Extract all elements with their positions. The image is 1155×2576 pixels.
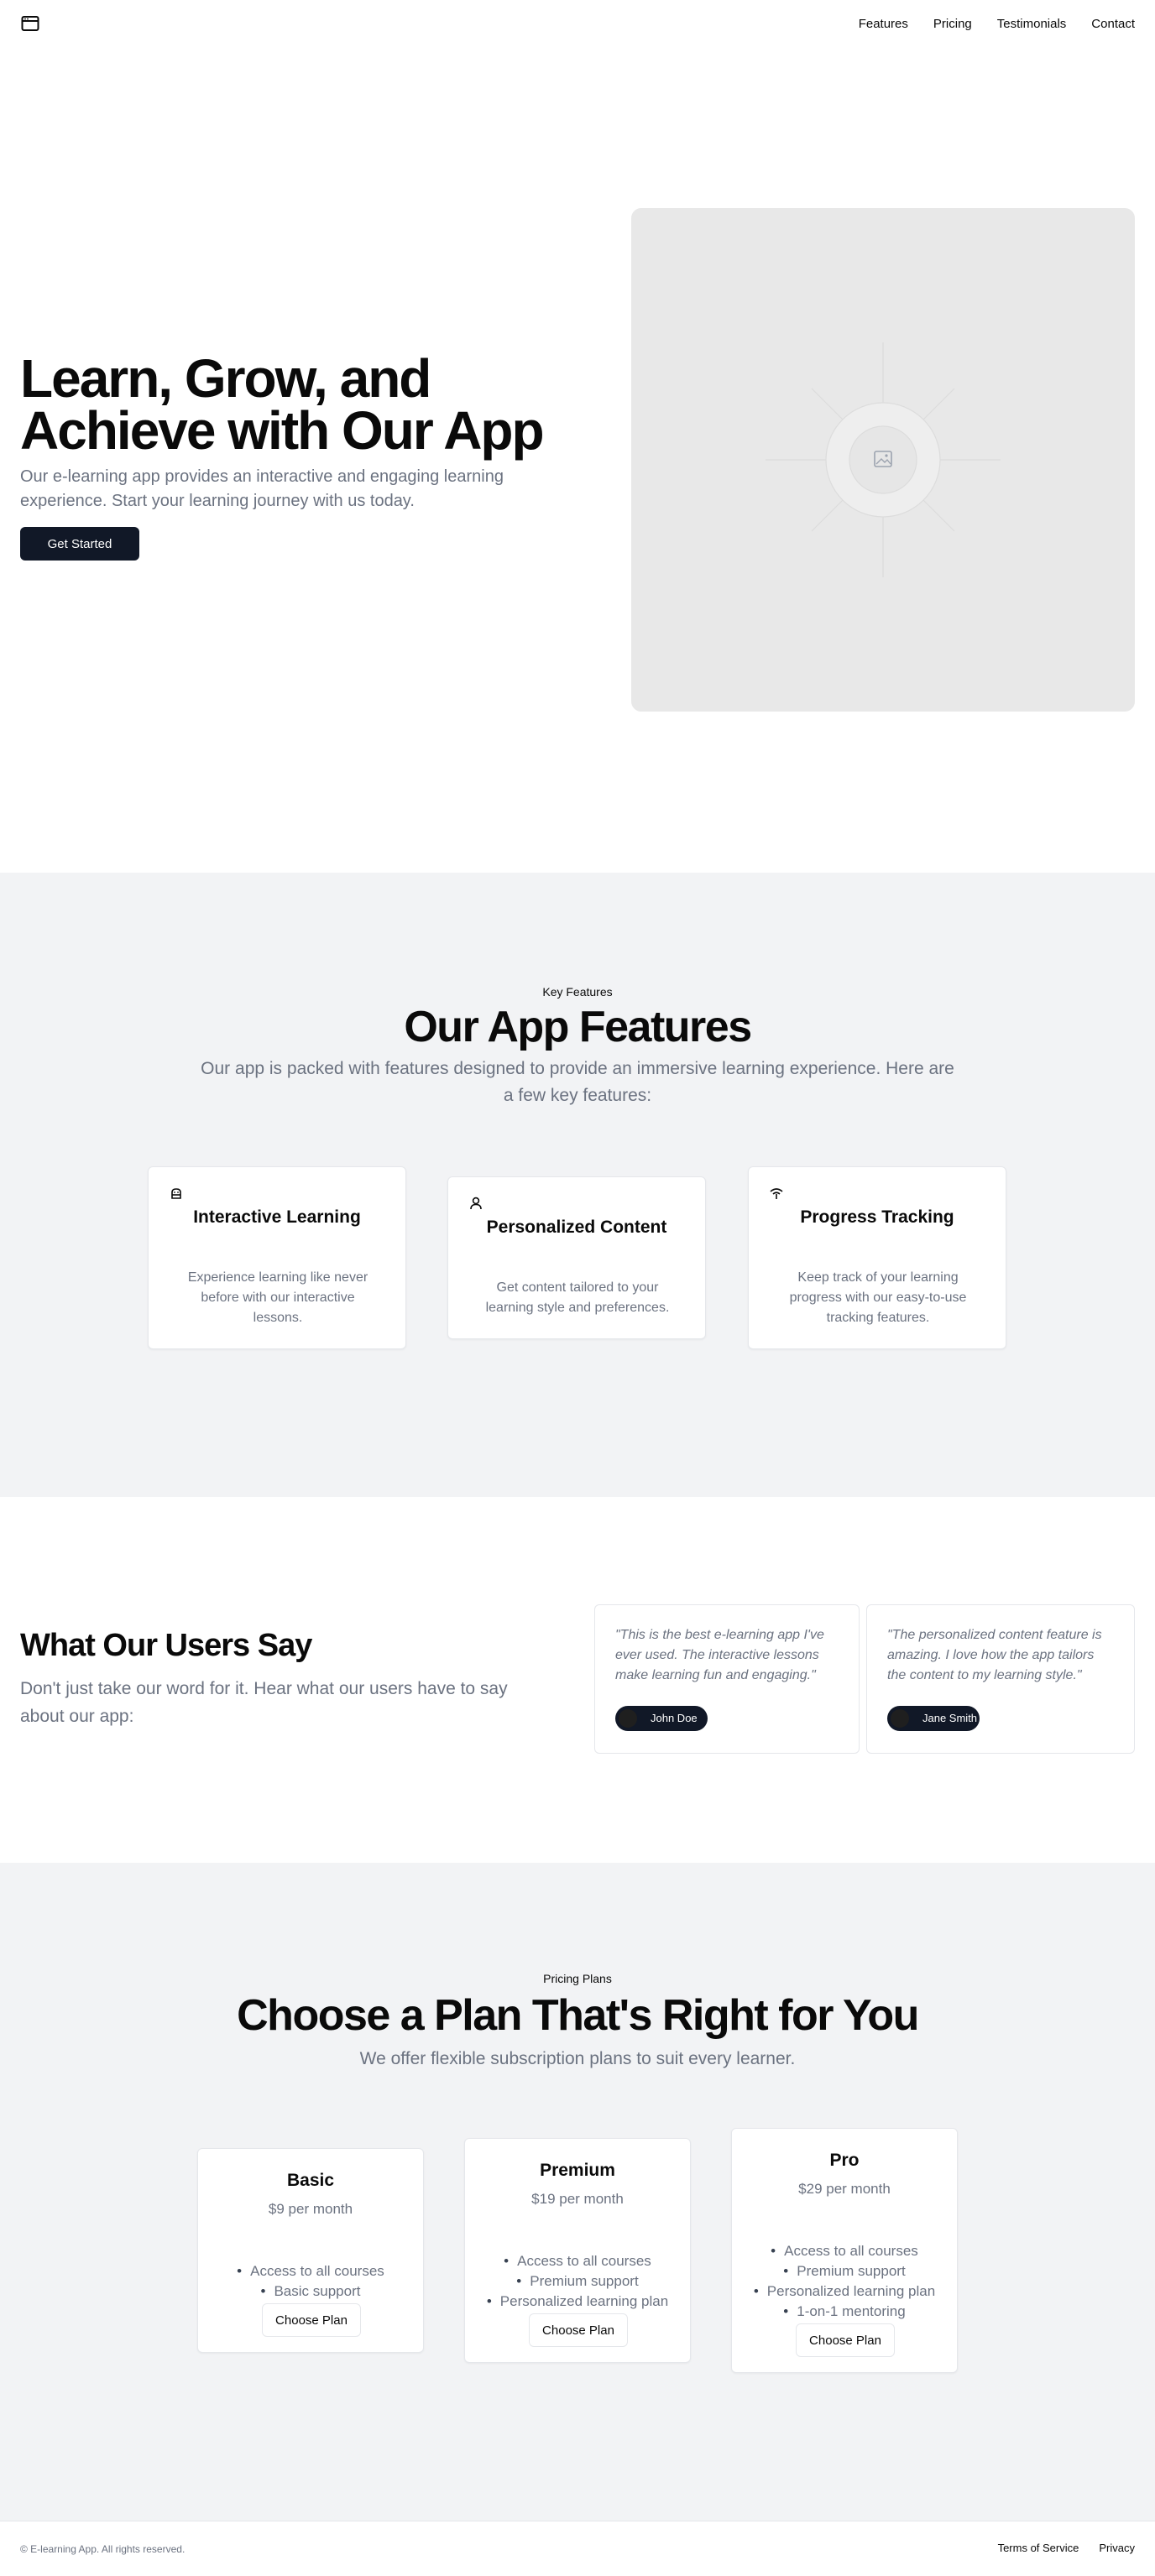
- plan-feature-item: 1-on-1 mentoring: [732, 2302, 957, 2322]
- pricing-description: We offer flexible subscription plans to …: [359, 2049, 796, 2068]
- plan-feature-item: Personalized learning plan: [465, 2292, 690, 2312]
- image-placeholder-icon: [766, 342, 1001, 577]
- plan-price: $29 per month: [798, 2181, 891, 2197]
- feature-card-progress-tracking: Progress Tracking Keep track of your lea…: [748, 1166, 1006, 1349]
- privacy-link[interactable]: Privacy: [1099, 2542, 1135, 2554]
- choose-plan-button[interactable]: Choose Plan: [529, 2313, 628, 2347]
- main-nav: Features Pricing Testimonials Contact: [859, 17, 1135, 31]
- feature-title: Interactive Learning: [193, 1207, 361, 1227]
- terms-of-service-link[interactable]: Terms of Service: [998, 2542, 1079, 2554]
- author-badge: John Doe: [615, 1706, 708, 1731]
- plan-card-pro: Pro $29 per month Access to all courses …: [731, 2128, 958, 2373]
- plan-card-premium: Premium $19 per month Access to all cour…: [464, 2138, 691, 2363]
- testimonials-title: What Our Users Say: [20, 1628, 312, 1663]
- pricing-title: Choose a Plan That's Right for You: [237, 1991, 919, 2040]
- testimonials-description: Don't just take our word for it. Hear wh…: [20, 1679, 508, 1726]
- plan-features: Access to all courses Premium support Pe…: [465, 2251, 690, 2312]
- plan-features: Access to all courses Premium support Pe…: [732, 2241, 957, 2322]
- plan-features: Access to all courses Basic support: [198, 2261, 423, 2302]
- features-eyebrow: Key Features: [542, 985, 613, 999]
- footer-links: Terms of Service Privacy: [998, 2542, 1135, 2554]
- plan-feature-item: Access to all courses: [732, 2241, 957, 2261]
- get-started-button[interactable]: Get Started: [20, 527, 139, 561]
- hero-description: Our e-learning app provides an interacti…: [20, 467, 504, 510]
- app-window-icon[interactable]: [20, 13, 40, 34]
- plan-feature-item: Basic support: [198, 2281, 423, 2302]
- feature-card-personalized-content: Personalized Content Get content tailore…: [447, 1176, 706, 1339]
- avatar: [891, 1709, 909, 1728]
- pricing-eyebrow: Pricing Plans: [543, 1972, 612, 1985]
- hero-image-placeholder: [631, 208, 1135, 712]
- feature-text: Keep track of your learning progress wit…: [789, 1270, 967, 1325]
- pricing-section: Pricing Plans Choose a Plan That's Right…: [0, 1863, 1155, 2521]
- plan-feature-item: Access to all courses: [465, 2251, 690, 2271]
- features-section: Key Features Our App Features Our app is…: [0, 873, 1155, 1497]
- site-footer: © E-learning App. All rights reserved. T…: [0, 2521, 1155, 2576]
- plan-feature-item: Access to all courses: [198, 2261, 423, 2281]
- author-badge: Jane Smith: [887, 1706, 980, 1731]
- plan-name: Basic: [286, 2171, 335, 2190]
- plan-price: $19 per month: [531, 2191, 624, 2207]
- plan-price: $9 per month: [268, 2201, 353, 2217]
- nav-link-pricing[interactable]: Pricing: [933, 17, 972, 31]
- avatar: [619, 1709, 637, 1728]
- plan-feature-item: Premium support: [732, 2261, 957, 2281]
- site-header: Features Pricing Testimonials Contact: [0, 0, 1155, 47]
- testimonial-card: "The personalized content feature is ama…: [866, 1604, 1135, 1754]
- testimonial-card: "This is the best e-learning app I've ev…: [594, 1604, 860, 1754]
- user-icon: [470, 1197, 482, 1210]
- nav-link-contact[interactable]: Contact: [1091, 17, 1135, 31]
- author-name: John Doe: [651, 1712, 698, 1724]
- plan-name: Pro: [829, 2151, 860, 2170]
- plan-feature-item: Premium support: [465, 2271, 690, 2292]
- features-title: Our App Features: [404, 1003, 752, 1051]
- features-description: Our app is packed with features designed…: [201, 1059, 954, 1105]
- feature-text: Experience learning like never before wi…: [187, 1270, 368, 1325]
- choose-plan-button[interactable]: Choose Plan: [796, 2323, 895, 2357]
- feature-title: Progress Tracking: [800, 1207, 954, 1227]
- lab-icon: [171, 1188, 181, 1199]
- hero-title: Learn, Grow, and Achieve with Our App: [20, 348, 545, 461]
- signal-icon: [770, 1188, 783, 1199]
- nav-link-testimonials[interactable]: Testimonials: [997, 17, 1067, 31]
- testimonial-quote: "The personalized content feature is ama…: [887, 1628, 1102, 1682]
- author-name: Jane Smith: [922, 1712, 978, 1724]
- feature-card-interactive-learning: Interactive Learning Experience learning…: [148, 1166, 406, 1349]
- hero-section: Learn, Grow, and Achieve with Our App Ou…: [20, 352, 608, 561]
- copyright-text: © E-learning App. All rights reserved.: [20, 2543, 186, 2555]
- feature-text: Get content tailored to your learning st…: [485, 1280, 670, 1315]
- nav-link-features[interactable]: Features: [859, 17, 908, 31]
- testimonial-quote: "This is the best e-learning app I've ev…: [615, 1628, 824, 1682]
- plan-feature-item: Personalized learning plan: [732, 2281, 957, 2302]
- choose-plan-button[interactable]: Choose Plan: [262, 2303, 361, 2337]
- plan-name: Premium: [540, 2161, 615, 2180]
- plan-card-basic: Basic $9 per month Access to all courses…: [197, 2148, 424, 2353]
- feature-title: Personalized Content: [486, 1218, 667, 1237]
